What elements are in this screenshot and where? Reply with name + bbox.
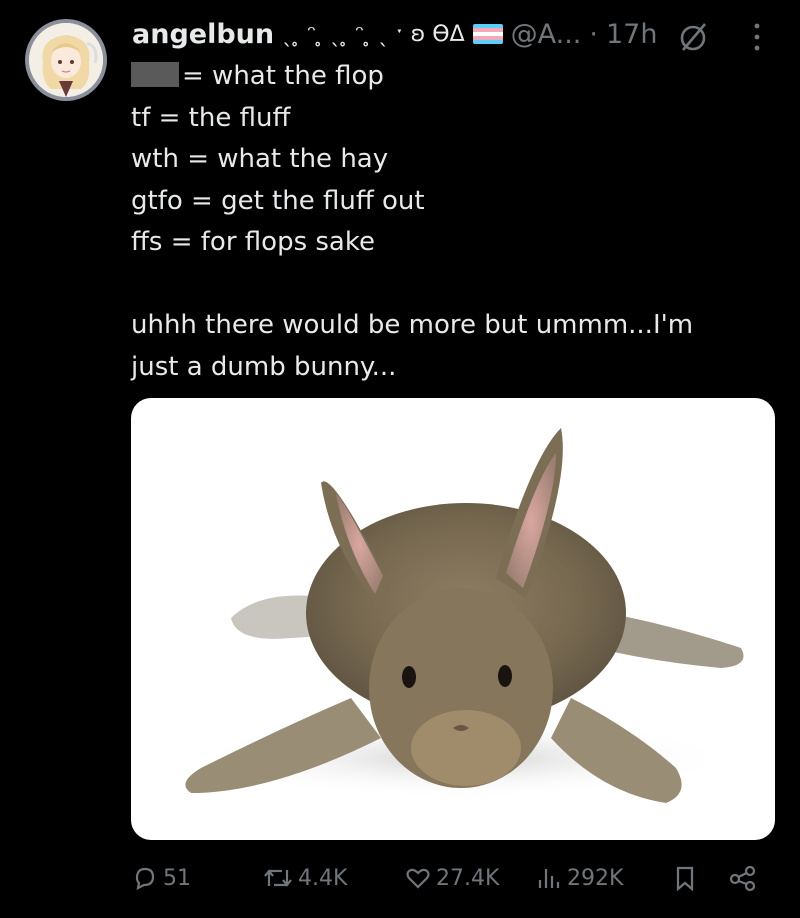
views-count: 292K: [567, 865, 624, 891]
repost-button[interactable]: 4.4K: [262, 864, 347, 892]
author-handle[interactable]: @A...: [511, 19, 582, 50]
bookmark-button[interactable]: [672, 864, 698, 892]
reply-count: 51: [163, 865, 191, 891]
name-decoration: ˎ ̥ ᵔ ̥ ˎ ̥ ᵔ ̥ ˎ ˑ ʚ ϴΔ: [282, 21, 465, 47]
like-button[interactable]: 27.4K: [404, 864, 499, 892]
like-count: 27.4K: [436, 865, 500, 891]
tweet-line: tf = the fluff: [131, 102, 291, 133]
bookmark-icon: [676, 866, 694, 892]
tweet-header: angelbun ˎ ̥ ᵔ ̥ ˎ ̥ ᵔ ̥ ˎ ˑ ʚ ϴΔ @A... …: [132, 14, 657, 54]
trans-flag-emoji: [472, 24, 503, 44]
tweet-line: ffs = for flops sake: [131, 227, 375, 257]
tweet-line: wth = what the hay: [131, 144, 389, 174]
noun-icon: [680, 23, 706, 51]
more-options-icon[interactable]: [750, 20, 764, 54]
timestamp[interactable]: 17h: [606, 19, 657, 50]
tweet-actions: 51 4.4K 27.4K 292K: [0, 852, 800, 908]
reply-button[interactable]: 51: [131, 864, 191, 892]
views-icon: [538, 869, 560, 888]
tweet-line: uhhh there would be more but ummm...I'm: [131, 310, 694, 340]
reply-icon: [135, 867, 155, 890]
redacted-text: [131, 62, 179, 87]
separator-dot: ·: [589, 18, 598, 50]
heart-icon: [406, 868, 430, 889]
author-name[interactable]: angelbun: [132, 19, 274, 50]
avatar-image: [29, 23, 103, 97]
repost-count: 4.4K: [298, 865, 348, 891]
rabbit-photo: [185, 428, 744, 803]
share-icon: [729, 865, 756, 892]
tweet-line: gtfo = get the fluff out: [131, 185, 425, 216]
share-button[interactable]: [728, 864, 758, 892]
repost-icon: [264, 869, 292, 887]
avatar[interactable]: [25, 19, 107, 101]
views-button[interactable]: 292K: [535, 864, 623, 892]
tweet-media[interactable]: [131, 398, 775, 840]
tweet-line: just a dumb bunny...: [131, 351, 397, 382]
tweet-line: = what the flop: [131, 56, 771, 98]
tweet-text: = what the flop tf = the fluff wth = wha…: [131, 56, 771, 388]
